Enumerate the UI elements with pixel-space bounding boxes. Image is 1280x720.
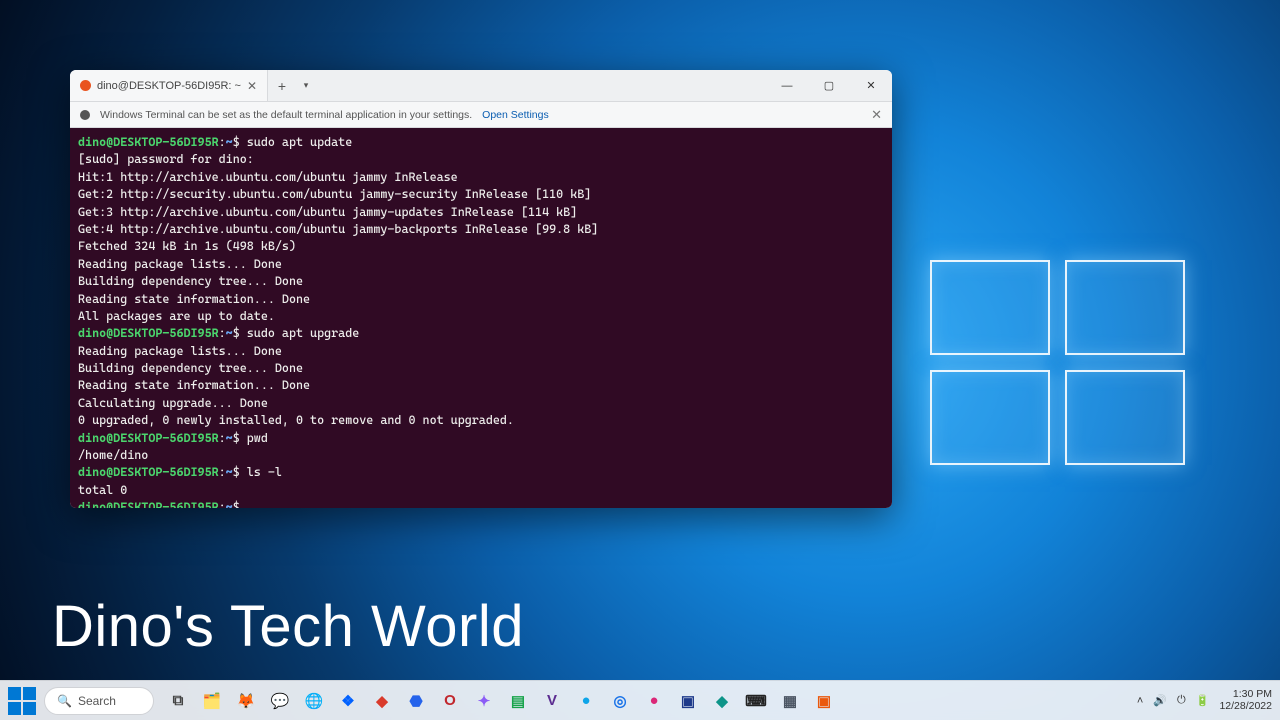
app-icon-3[interactable]: ✦	[470, 687, 498, 715]
vbox-icon[interactable]: ▣	[674, 687, 702, 715]
file-explorer-icon[interactable]: 🗂️	[198, 687, 226, 715]
desktop: Dino's Tech World dino@DESKTOP-56DI95R: …	[0, 0, 1280, 720]
system-tray: ˄ 🔊 ⏻ 🔋 1:30 PM 12/28/2022	[1137, 689, 1272, 712]
tray-date: 12/28/2022	[1219, 701, 1272, 713]
terminal-icon[interactable]: ⌨	[742, 687, 770, 715]
tab-title: dino@DESKTOP-56DI95R: ~	[97, 80, 241, 92]
close-button[interactable]: ✕	[850, 70, 892, 101]
maximize-button[interactable]: ▢	[808, 70, 850, 101]
tray-clock[interactable]: 1:30 PM 12/28/2022	[1219, 689, 1272, 712]
watermark-text: Dino's Tech World	[52, 593, 524, 660]
chrome-icon[interactable]: ◎	[606, 687, 634, 715]
info-icon	[80, 110, 90, 120]
start-button[interactable]	[8, 687, 36, 715]
firefox-icon[interactable]: 🦊	[232, 687, 260, 715]
window-titlebar[interactable]: dino@DESKTOP-56DI95R: ~ ✕ + ▾ — ▢ ✕	[70, 70, 892, 102]
app-icon-1[interactable]: ◆	[368, 687, 396, 715]
terminal-body[interactable]: dino@DESKTOP-56DI95R:~$ sudo apt update …	[70, 128, 892, 508]
app-icon-6[interactable]: ●	[640, 687, 668, 715]
search-box[interactable]: 🔍 Search	[44, 687, 154, 715]
chat-icon[interactable]: 💬	[266, 687, 294, 715]
infobar-text: Windows Terminal can be set as the defau…	[100, 109, 472, 121]
app-icon-5[interactable]: ●	[572, 687, 600, 715]
opera-icon[interactable]: O	[436, 687, 464, 715]
new-tab-button[interactable]: +	[268, 70, 296, 101]
app-icon-4[interactable]: ▤	[504, 687, 532, 715]
task-view-icon[interactable]: ⧉	[164, 687, 192, 715]
open-settings-link[interactable]: Open Settings	[482, 109, 549, 121]
tray-network-icon[interactable]: ⏻	[1177, 694, 1186, 707]
ubuntu-icon	[80, 80, 91, 91]
tray-sound-icon[interactable]: 🔊	[1153, 694, 1167, 707]
terminal-tab[interactable]: dino@DESKTOP-56DI95R: ~ ✕	[70, 70, 268, 101]
tab-close-icon[interactable]: ✕	[247, 79, 257, 93]
tray-battery-icon[interactable]: 🔋	[1196, 694, 1210, 707]
minimize-button[interactable]: —	[766, 70, 808, 101]
recorder-icon[interactable]: ▣	[810, 687, 838, 715]
edge-icon[interactable]: 🌐	[300, 687, 328, 715]
app-icon-8[interactable]: ▦	[776, 687, 804, 715]
app-icon-7[interactable]: ◆	[708, 687, 736, 715]
app-icon-2[interactable]: ⬣	[402, 687, 430, 715]
search-placeholder: Search	[78, 694, 116, 708]
terminal-window: dino@DESKTOP-56DI95R: ~ ✕ + ▾ — ▢ ✕ Wind…	[70, 70, 892, 508]
infobar: Windows Terminal can be set as the defau…	[70, 102, 892, 128]
vs-icon[interactable]: V	[538, 687, 566, 715]
taskbar: 🔍 Search ⧉🗂️🦊💬🌐❖◆⬣O✦▤V●◎●▣◆⌨▦▣ ˄ 🔊 ⏻ 🔋 1…	[0, 680, 1280, 720]
taskbar-app-icons: ⧉🗂️🦊💬🌐❖◆⬣O✦▤V●◎●▣◆⌨▦▣	[164, 687, 838, 715]
tray-chevron-icon[interactable]: ˄	[1137, 695, 1143, 707]
search-icon: 🔍	[57, 694, 72, 708]
dropbox-icon[interactable]: ❖	[334, 687, 362, 715]
infobar-close-icon[interactable]: ✕	[871, 107, 882, 123]
tab-dropdown-icon[interactable]: ▾	[296, 70, 316, 101]
windows-logo-wallpaper	[930, 260, 1210, 480]
tray-time: 1:30 PM	[1219, 689, 1272, 701]
